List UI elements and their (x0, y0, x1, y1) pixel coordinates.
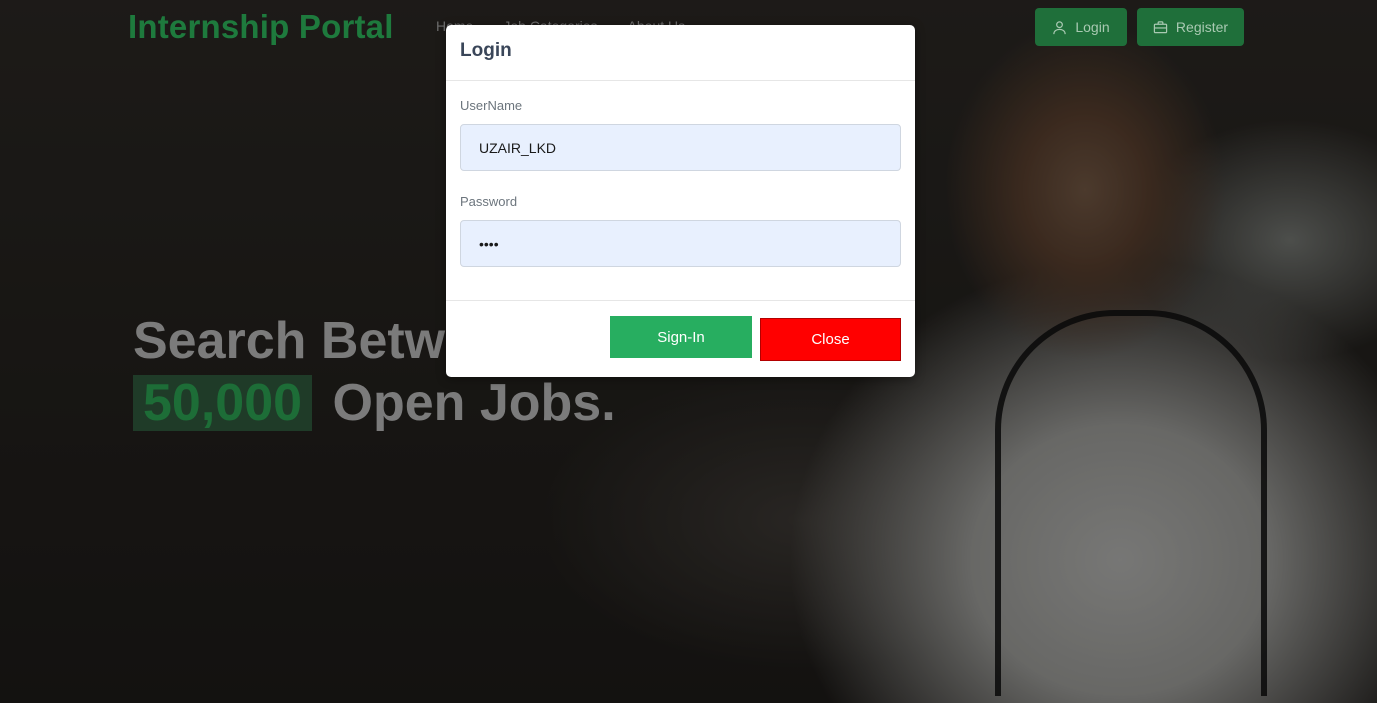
login-button[interactable]: Login (1035, 8, 1127, 46)
modal-title: Login (460, 40, 512, 61)
login-modal: Login UserName Password Sign-In Close (446, 25, 915, 377)
username-label: UserName (460, 98, 523, 113)
briefcase-icon (1153, 20, 1168, 33)
login-button-label: Login (1075, 19, 1110, 35)
hero-jobs-count: 50,000 (133, 375, 313, 431)
password-label: Password (460, 194, 518, 209)
brand-logo[interactable]: Internship Portal (128, 8, 394, 46)
sign-in-button[interactable]: Sign-In (610, 316, 752, 358)
close-button[interactable]: Close (760, 318, 901, 361)
hero-line-2: 50,000 Open Jobs. (133, 372, 616, 434)
hero-line-2-text: Open Jobs. (332, 374, 616, 432)
register-button[interactable]: Register (1137, 8, 1244, 46)
modal-header: Login (446, 25, 915, 81)
register-button-label: Register (1175, 19, 1229, 35)
user-icon (1053, 20, 1067, 34)
modal-footer-divider (446, 300, 915, 301)
page: Internship Portal Home Job Categories Ab… (0, 0, 1377, 703)
username-input[interactable] (460, 124, 901, 171)
password-input[interactable] (460, 220, 901, 267)
